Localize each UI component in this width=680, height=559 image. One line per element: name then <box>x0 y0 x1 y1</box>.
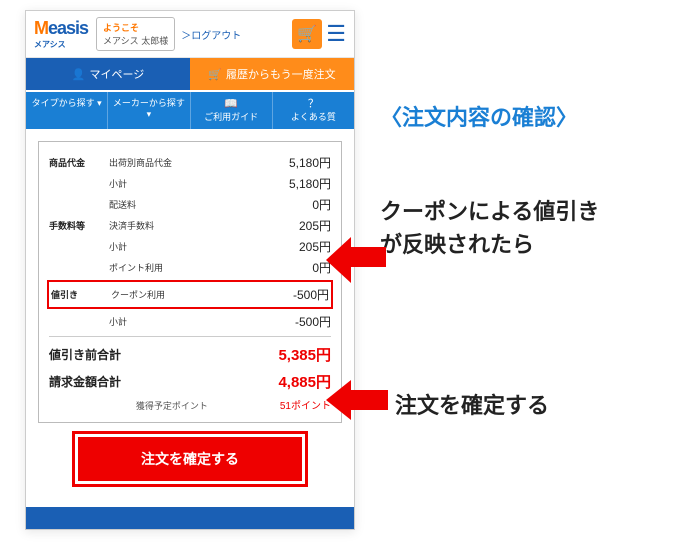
logo-subtext: メアシス <box>34 39 66 50</box>
row-payment-fee: 手数料等 決済手数料 205円 <box>49 215 331 236</box>
logo[interactable]: Measis メアシス <box>34 18 88 50</box>
tab-guide[interactable]: 📖ご利用ガイド <box>190 92 272 129</box>
order-summary: 商品代金 出荷別商品代金 5,180円 小計 5,180円 配送料 0円 手数料… <box>26 129 354 501</box>
points-row: 獲得予定ポイント51ポイント <box>49 397 331 412</box>
footer-logo[interactable]: Measis 超激安!コンタクトレンズ通販サイト メアシス <box>109 525 270 530</box>
question-icon: ？ <box>308 98 319 111</box>
tab-nav: タイプから探す ▾ メーカーから探す ▾ 📖ご利用ガイド ？よくある質 <box>26 90 354 129</box>
arrow-1 <box>326 237 386 283</box>
logo-text: Measis <box>34 18 88 39</box>
phone-frame: Measis メアシス ようこそ メアシス 太郎様 ＞ログアウト 🛒 ☰ 👤 マ… <box>25 10 355 530</box>
totals: 値引き前合計 5,385円 請求金額合計 4,885円 獲得予定ポイント51ポイ… <box>49 341 331 412</box>
sub-nav: 👤 マイページ 🛒 履歴からもう一度注文 <box>26 58 354 90</box>
welcome-box: ようこそ メアシス 太郎様 <box>96 17 175 51</box>
footer-logo-text: Measis <box>109 525 270 530</box>
row-product: 商品代金 出荷別商品代金 5,180円 <box>49 152 331 173</box>
logout-link[interactable]: ＞ログアウト <box>181 27 241 42</box>
footer: Measis 超激安!コンタクトレンズ通販サイト メアシス <box>26 507 354 530</box>
mypage-nav[interactable]: 👤 マイページ <box>26 58 190 90</box>
annotation-title: 〈注文内容の確認〉 <box>380 100 578 132</box>
row-subtotal3: 小計 -500円 <box>49 311 331 332</box>
coupon-highlight: 値引き クーポン利用 -500円 <box>47 280 333 309</box>
divider <box>49 336 331 337</box>
row-points-use: ポイント利用 0円 <box>49 257 331 278</box>
book-icon: 📖 <box>224 98 238 111</box>
reorder-nav[interactable]: 🛒 履歴からもう一度注文 <box>190 58 354 90</box>
row-shipping: 配送料 0円 <box>49 194 331 215</box>
confirm-button-wrap: 注文を確定する <box>38 423 342 491</box>
person-icon: 👤 <box>72 68 86 81</box>
details-box: 商品代金 出荷別商品代金 5,180円 小計 5,180円 配送料 0円 手数料… <box>38 141 342 423</box>
annotation-coupon: クーポンによる値引き が反映されたら <box>380 195 599 261</box>
hamburger-icon: ☰ <box>326 21 346 46</box>
tab-type[interactable]: タイプから探す ▾ <box>26 92 107 129</box>
tab-faq[interactable]: ？よくある質 <box>272 92 354 129</box>
row-final-total: 請求金額合計 4,885円 <box>49 368 331 395</box>
menu-button[interactable]: ☰ <box>326 23 346 45</box>
cart-icon: 🛒 <box>208 68 222 81</box>
reorder-label: 履歴からもう一度注文 <box>226 66 336 82</box>
tab-maker[interactable]: メーカーから探す ▾ <box>107 92 189 129</box>
confirm-order-button[interactable]: 注文を確定する <box>78 437 302 481</box>
annotation-confirm: 注文を確定する <box>395 388 549 420</box>
arrow-2 <box>326 380 388 420</box>
welcome-line1: ようこそ <box>103 21 139 34</box>
row-subtotal1: 小計 5,180円 <box>49 173 331 194</box>
cart-button[interactable]: 🛒 <box>292 19 322 49</box>
welcome-line2: メアシス 太郎様 <box>103 34 168 47</box>
row-pre-discount: 値引き前合計 5,385円 <box>49 341 331 368</box>
mypage-label: マイページ <box>89 66 144 82</box>
row-coupon: 値引き クーポン利用 -500円 <box>51 284 329 305</box>
row-subtotal2: 小計 205円 <box>49 236 331 257</box>
app-header: Measis メアシス ようこそ メアシス 太郎様 ＞ログアウト 🛒 ☰ <box>26 11 354 58</box>
cart-icon: 🛒 <box>297 24 317 44</box>
